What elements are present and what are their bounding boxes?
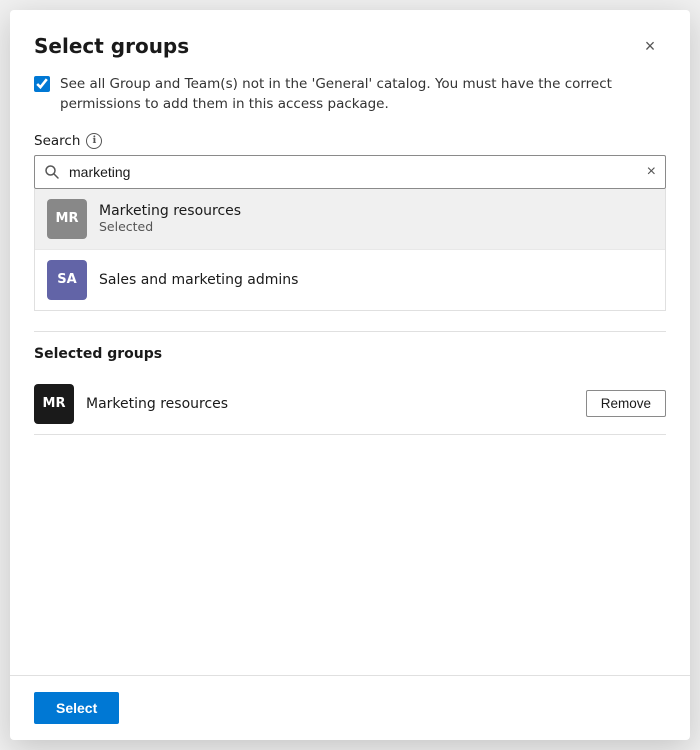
result-name: Sales and marketing admins <box>99 272 298 288</box>
result-item[interactable]: MR Marketing resources Selected <box>35 189 665 250</box>
avatar: SA <box>47 260 87 300</box>
search-input[interactable] <box>34 155 666 189</box>
section-divider <box>34 331 666 332</box>
search-label: Search <box>34 133 80 149</box>
info-icon[interactable]: ℹ <box>86 133 102 149</box>
see-all-groups-checkbox[interactable] <box>34 76 50 92</box>
clear-search-button[interactable]: × <box>645 162 658 182</box>
result-name: Marketing resources <box>99 203 241 219</box>
search-label-row: Search ℹ <box>34 133 666 149</box>
search-icon <box>44 164 60 180</box>
avatar: MR <box>47 199 87 239</box>
selected-group-row: MR Marketing resources Remove <box>34 374 666 435</box>
select-button[interactable]: Select <box>34 692 119 724</box>
result-item[interactable]: SA Sales and marketing admins <box>35 250 665 310</box>
dialog-title: Select groups <box>34 34 189 58</box>
result-status: Selected <box>99 219 241 234</box>
dialog-header: Select groups × <box>10 10 690 74</box>
close-button[interactable]: × <box>634 30 666 62</box>
selected-group-avatar: MR <box>34 384 74 424</box>
result-info: Sales and marketing admins <box>99 272 298 288</box>
remove-button[interactable]: Remove <box>586 390 666 417</box>
dialog-footer: Select <box>10 675 690 740</box>
results-list: MR Marketing resources Selected SA Sales… <box>34 189 666 311</box>
checkbox-label: See all Group and Team(s) not in the 'Ge… <box>60 74 666 115</box>
dialog-body: See all Group and Team(s) not in the 'Ge… <box>10 74 690 675</box>
selected-groups-title: Selected groups <box>34 346 666 362</box>
selected-group-name: Marketing resources <box>86 396 574 412</box>
search-input-wrapper: × <box>34 155 666 189</box>
checkbox-row: See all Group and Team(s) not in the 'Ge… <box>34 74 666 115</box>
select-groups-dialog: Select groups × See all Group and Team(s… <box>10 10 690 740</box>
result-info: Marketing resources Selected <box>99 203 241 234</box>
